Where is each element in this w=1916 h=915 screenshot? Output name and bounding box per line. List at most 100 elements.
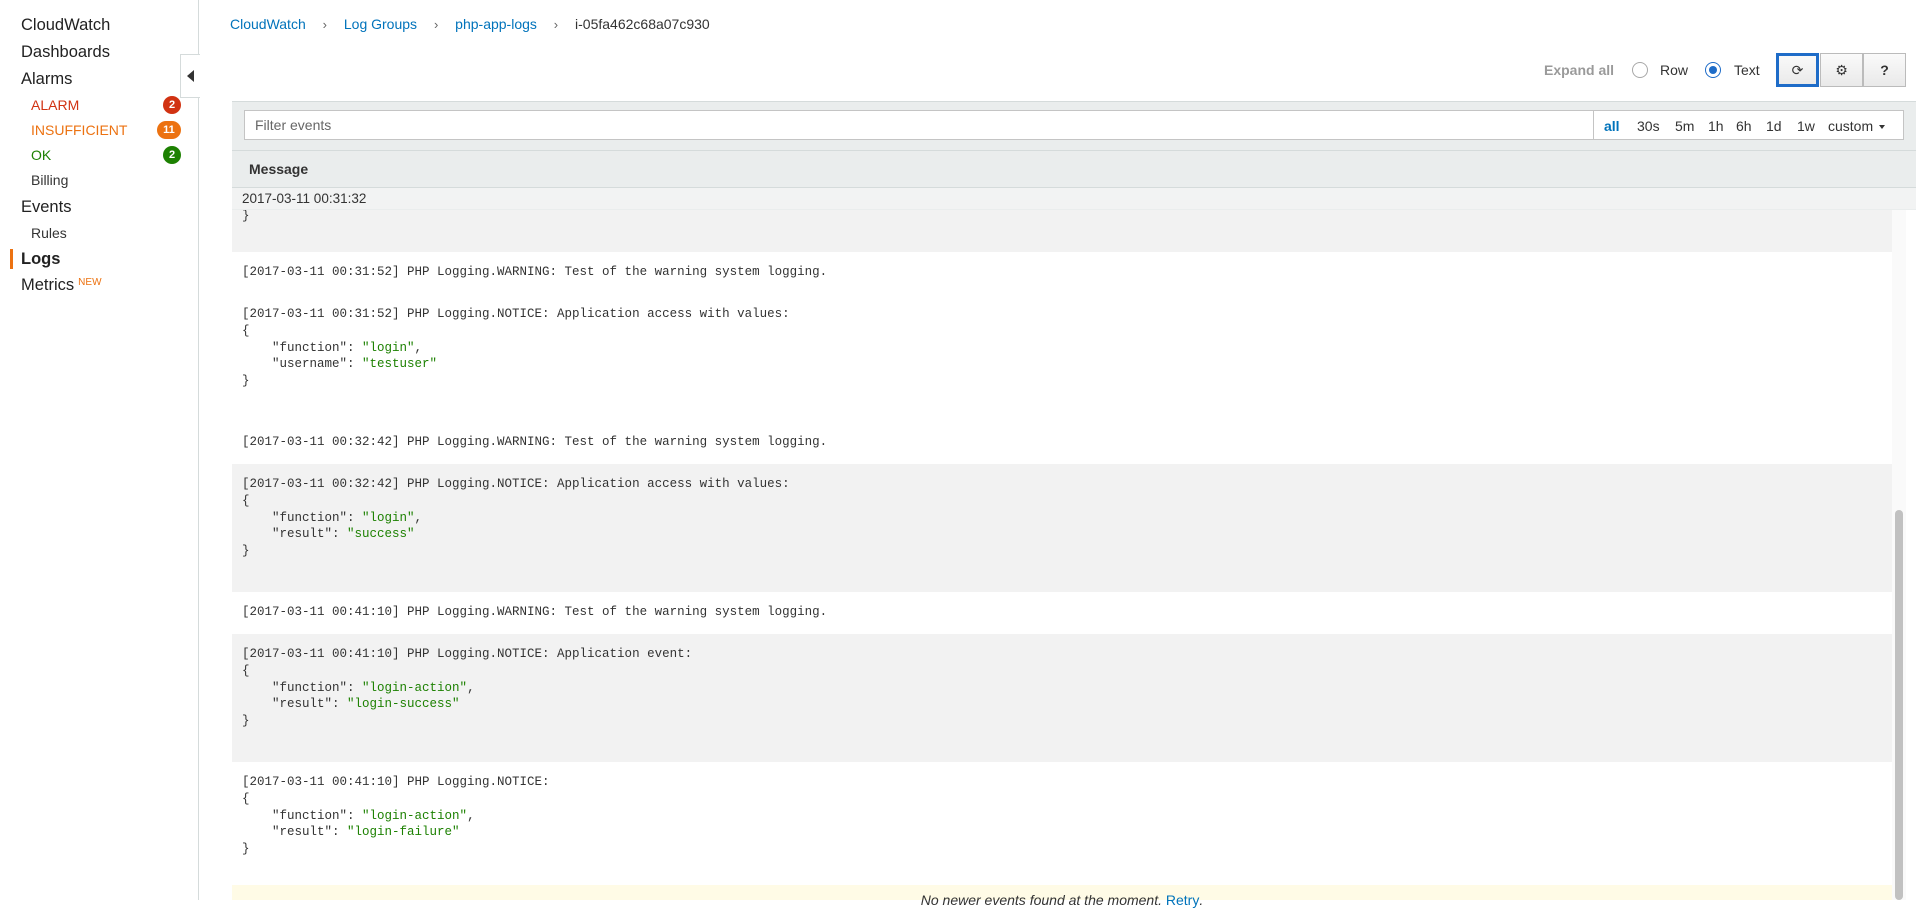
breadcrumb-current-stream: i-05fa462c68a07c930 — [575, 16, 710, 32]
log-scrollbar[interactable] — [1892, 210, 1906, 900]
filter-bar: all 30s 5m 1h 6h 1d 1w custom — [232, 101, 1916, 150]
json-value: "login-success" — [347, 697, 460, 712]
json-key: "function": — [242, 510, 363, 525]
log-event-text: [2017-03-11 00:31:52] PHP Logging.NOTICE… — [242, 306, 790, 390]
log-line: } — [242, 544, 250, 559]
row-view-radio[interactable] — [1632, 62, 1648, 78]
log-line: [2017-03-11 00:41:10] PHP Logging.NOTICE… — [242, 775, 550, 789]
log-event-text: [2017-03-11 00:32:42] PHP Logging.WARNIN… — [242, 434, 827, 451]
refresh-button[interactable]: ⟳ — [1776, 53, 1819, 87]
active-indicator — [10, 249, 13, 269]
log-event-text: [2017-03-11 00:31:52] PHP Logging.WARNIN… — [242, 264, 827, 281]
text-view-radio[interactable] — [1705, 62, 1721, 78]
json-tail: , — [414, 340, 423, 355]
log-events-list: } [2017-03-11 00:31:52] PHP Logging.WARN… — [232, 210, 1892, 900]
json-entry: "function": "login-action", — [242, 680, 692, 697]
sticky-timestamp: 2017-03-11 00:31:32 — [232, 188, 1916, 210]
breadcrumb-log-groups[interactable]: Log Groups — [344, 16, 417, 32]
json-entry: "function": "login-action", — [242, 808, 550, 825]
time-range-1d[interactable]: 1d — [1766, 118, 1782, 134]
time-range-1h[interactable]: 1h — [1708, 118, 1724, 134]
period: . — [1199, 892, 1204, 908]
caret-down-icon — [1879, 125, 1886, 130]
help-icon: ? — [1880, 62, 1889, 78]
settings-button[interactable]: ⚙ — [1820, 53, 1863, 87]
log-line: [2017-03-11 00:31:52] PHP Logging.NOTICE… — [242, 307, 790, 321]
sidebar-item-logs[interactable]: Logs — [21, 249, 60, 269]
json-entry: "username": "testuser" — [242, 356, 790, 373]
log-event[interactable]: [2017-03-11 00:32:42] PHP Logging.NOTICE… — [232, 464, 1892, 592]
log-event[interactable]: [2017-03-11 00:41:10] PHP Logging.NOTICE… — [232, 634, 1892, 762]
ok-count-badge: 2 — [163, 146, 181, 164]
breadcrumb-log-group[interactable]: php-app-logs — [455, 16, 537, 32]
json-entry: "result": "login-success" — [242, 696, 692, 713]
message-header-label: Message — [249, 161, 309, 177]
log-event[interactable]: [2017-03-11 00:41:10] PHP Logging.NOTICE… — [232, 762, 1892, 890]
sidebar-item-alarms[interactable]: Alarms — [21, 69, 72, 89]
breadcrumb-cloudwatch[interactable]: CloudWatch — [230, 16, 306, 32]
log-event[interactable]: [2017-03-11 00:31:52] PHP Logging.NOTICE… — [232, 294, 1892, 422]
log-event-text: [2017-03-11 00:32:42] PHP Logging.NOTICE… — [242, 476, 790, 560]
time-range-5m[interactable]: 5m — [1675, 118, 1694, 134]
json-tail: , — [467, 808, 475, 823]
log-event[interactable]: [2017-03-11 00:41:10] PHP Logging.WARNIN… — [232, 592, 1892, 634]
log-event[interactable]: } — [232, 210, 1892, 252]
log-line: } — [242, 714, 250, 729]
retry-link[interactable]: Retry — [1166, 892, 1199, 908]
alarm-count-badge: 2 — [163, 96, 181, 114]
sidebar-item-alarm[interactable]: ALARM — [31, 96, 79, 114]
time-range-6h[interactable]: 6h — [1736, 118, 1752, 134]
json-value: "login-action" — [362, 680, 468, 695]
row-view-label[interactable]: Row — [1660, 62, 1688, 78]
log-event-text: [2017-03-11 00:41:10] PHP Logging.WARNIN… — [242, 604, 827, 621]
time-range-all[interactable]: all — [1604, 118, 1620, 134]
breadcrumb: CloudWatch › Log Groups › php-app-logs ›… — [230, 16, 710, 32]
json-entry: "result": "success" — [242, 526, 790, 543]
sidebar-item-billing[interactable]: Billing — [31, 171, 68, 189]
new-tag: NEW — [78, 277, 102, 288]
log-line: { — [242, 791, 250, 806]
time-range-30s[interactable]: 30s — [1637, 118, 1660, 134]
log-event-text: } — [242, 210, 250, 225]
sidebar-item-rules[interactable]: Rules — [31, 224, 67, 242]
insufficient-count-badge: 11 — [157, 121, 181, 139]
json-entry: "function": "login", — [242, 340, 790, 357]
log-line: } — [242, 210, 250, 223]
log-line: [2017-03-11 00:41:10] PHP Logging.WARNIN… — [242, 605, 828, 619]
filter-events-input[interactable] — [244, 110, 1594, 140]
json-key: "result": — [242, 697, 348, 712]
no-newer-message: No newer events found at the moment. — [920, 892, 1162, 908]
sidebar-item-metrics[interactable]: Metrics NEW — [21, 275, 102, 295]
log-event[interactable]: [2017-03-11 00:32:42] PHP Logging.WARNIN… — [232, 422, 1892, 464]
sidebar-item-cloudwatch[interactable]: CloudWatch — [21, 15, 110, 35]
sidebar-item-insufficient[interactable]: INSUFFICIENT — [31, 121, 127, 139]
json-key: "function": — [242, 808, 363, 823]
collapse-sidebar-button[interactable] — [180, 54, 200, 98]
scrollbar-thumb[interactable] — [1895, 510, 1903, 900]
text-view-label[interactable]: Text — [1734, 62, 1760, 78]
log-line: } — [242, 374, 250, 389]
json-tail: , — [414, 510, 423, 525]
time-range-1w[interactable]: 1w — [1797, 118, 1815, 134]
log-event-text: [2017-03-11 00:41:10] PHP Logging.NOTICE… — [242, 774, 550, 858]
chevron-right-icon: › — [433, 17, 439, 32]
json-value: "testuser" — [362, 357, 438, 372]
log-line: [2017-03-11 00:41:10] PHP Logging.NOTICE… — [242, 647, 693, 661]
log-event[interactable]: [2017-03-11 00:31:52] PHP Logging.WARNIN… — [232, 252, 1892, 294]
log-event-text: [2017-03-11 00:41:10] PHP Logging.NOTICE… — [242, 646, 692, 730]
time-range-custom-label: custom — [1828, 118, 1874, 134]
time-range-custom[interactable]: custom — [1828, 118, 1886, 134]
log-line: [2017-03-11 00:32:42] PHP Logging.NOTICE… — [242, 477, 790, 491]
message-column-header[interactable]: Message — [232, 150, 1916, 188]
json-key: "function": — [242, 340, 363, 355]
sidebar-item-events[interactable]: Events — [21, 197, 71, 217]
refresh-icon: ⟳ — [1791, 62, 1804, 78]
json-key: "function": — [242, 680, 363, 695]
expand-all-button[interactable]: Expand all — [1544, 62, 1614, 78]
sidebar-item-dashboards[interactable]: Dashboards — [21, 42, 110, 62]
json-key: "username": — [242, 357, 363, 372]
sidebar-item-ok[interactable]: OK — [31, 146, 51, 164]
log-line: [2017-03-11 00:32:42] PHP Logging.WARNIN… — [242, 435, 828, 449]
help-button[interactable]: ? — [1863, 53, 1906, 87]
json-value: "login" — [362, 510, 415, 525]
